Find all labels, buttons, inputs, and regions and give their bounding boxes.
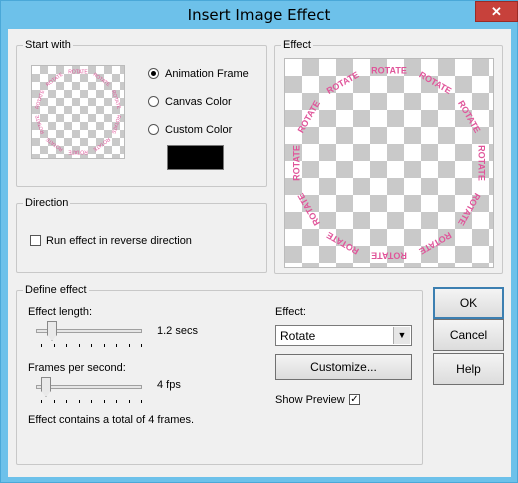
radio-custom-color[interactable] [148,124,159,135]
define-effect-group: Define effect Effect length: 1.2 secs Fr… [16,283,423,465]
slider-tick [116,400,117,403]
show-preview-checkbox[interactable]: ✓ [349,394,360,405]
rotate-ring-text: ROTATE [68,149,88,155]
slider-tick [116,344,117,347]
direction-group: Direction Run effect in reverse directio… [16,196,267,273]
effect-type-label: Effect: [275,306,306,318]
slider-tick [104,344,105,347]
slider-tick [66,344,67,347]
custom-color-label: Custom Color [165,124,233,136]
start-with-group: Start with ROTATE ROTATE ROTATE ROTATE ROTAT… [16,38,267,187]
rotate-ring-text: ROTATE [91,136,111,153]
radio-animation-frame[interactable] [148,68,159,79]
effect-type-value: Rotate [280,329,316,343]
chevron-down-icon[interactable]: ▼ [393,327,410,344]
fps-thumb[interactable] [41,377,51,397]
slider-tick [66,400,67,403]
rotate-ring-text: ROTATE [45,71,65,88]
slider-tick [104,400,105,403]
slider-tick [129,400,130,403]
small-rotate-ring: ROTATE ROTATEROTATEROTATEROTATEROTATEROTA… [34,69,122,155]
rotate-ring-text: ROTATE [92,72,112,89]
effect-length-ticks [41,344,142,348]
fps-label: Frames per second: [28,362,126,374]
rotate-ring-text: ROTATE [325,230,361,256]
rotate-ring-text: ROTATE [417,230,453,256]
rotate-ring-text: ROTATE [371,251,407,261]
slider-tick [79,344,80,347]
title-bar[interactable]: Insert Image Effect ✕ [1,1,518,29]
rotate-ring-text: ROTATE [325,70,361,96]
help-button[interactable]: Help [433,353,504,385]
radio-canvas-color[interactable] [148,96,159,107]
dialog-window: Insert Image Effect ✕ Start with ROTATE R… [0,0,518,483]
rotate-ring-text: ROTATE [296,99,322,135]
custom-color-swatch[interactable] [167,145,224,170]
rotate-ring-text: ROTATE [34,113,46,134]
rotate-ring-text: ROTATE [371,65,407,75]
cancel-button[interactable]: Cancel [433,319,504,351]
effect-preview-group: Effect ROTATE ROTATE ROTATE ROTATE ROTATE ROT… [274,38,503,274]
rotate-ring-text: ROTATE [110,114,122,135]
large-rotate-ring: ROTATE ROTATEROTATEROTATEROTATEROTATEROTA… [291,65,487,261]
fps-track[interactable] [36,385,142,389]
effect-type-select[interactable]: Rotate ▼ [275,325,412,346]
frame-summary: Effect contains a total of 4 frames. [28,414,195,426]
slider-tick [54,400,55,403]
define-effect-legend: Define effect [23,283,89,297]
slider-tick [91,344,92,347]
effect-preview-legend: Effect [281,38,313,52]
slider-tick [91,400,92,403]
reverse-direction-checkbox[interactable] [30,235,41,246]
slider-tick [54,344,55,347]
rotate-ring-text: ROTATE [296,191,322,227]
effect-length-value: 1.2 secs [157,325,198,337]
rotate-ring-text: ROTATE [44,136,64,153]
rotate-ring-text: ROTATE [34,89,46,110]
fps-ticks [41,400,142,404]
rotate-ring-text: ROTATE [456,99,482,135]
rotate-ring-text: ROTATE [417,70,453,96]
slider-tick [129,344,130,347]
customize-button[interactable]: Customize... [275,354,412,380]
rotate-ring-text: ROTATE [456,191,482,227]
start-with-legend: Start with [23,38,73,52]
start-preview-thumbnail: ROTATE ROTATE ROTATE ROTATE ROTATE ROTATE ROTA… [31,65,125,159]
effect-length-label: Effect length: [28,306,93,318]
rotate-ring-text: ROTATE [477,145,487,181]
close-icon[interactable]: ✕ [475,1,518,22]
show-preview-label: Show Preview [275,394,345,406]
reverse-direction-label: Run effect in reverse direction [46,235,192,247]
ok-button[interactable]: OK [433,287,504,319]
rotate-ring-text: ROTATE [68,69,88,75]
effect-length-thumb[interactable] [47,321,57,341]
rotate-ring-text: ROTATE [291,145,301,181]
effect-preview-canvas: ROTATE ROTATE ROTATE ROTATE ROTATE ROTATE ROTA… [284,58,494,268]
dialog-body: Start with ROTATE ROTATE ROTATE ROTATE ROTAT… [8,29,511,477]
rotate-ring-text: ROTATE [110,90,122,111]
direction-legend: Direction [23,196,71,210]
slider-tick [141,400,142,403]
window-title: Insert Image Effect [187,6,331,24]
fps-value: 4 fps [157,379,181,391]
slider-tick [41,344,42,347]
slider-tick [141,344,142,347]
canvas-color-label: Canvas Color [165,96,232,108]
animation-frame-label: Animation Frame [165,68,249,80]
slider-tick [79,400,80,403]
slider-tick [41,400,42,403]
